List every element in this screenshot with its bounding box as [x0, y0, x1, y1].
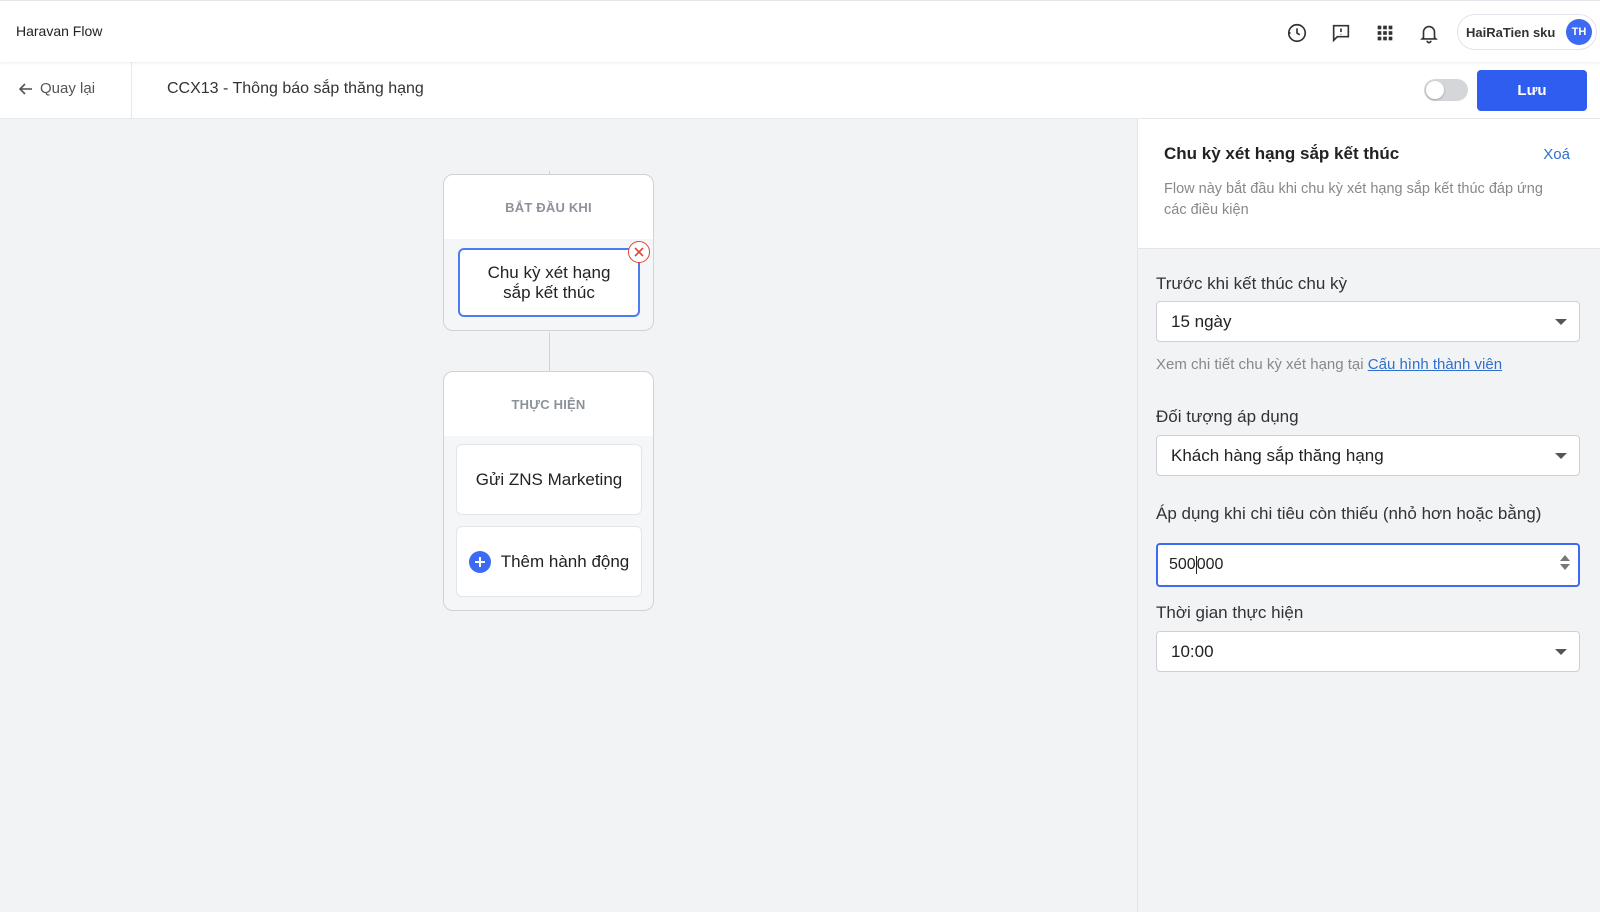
app-brand[interactable]: Haravan Flow: [16, 23, 102, 39]
chevron-down-icon: [1555, 649, 1567, 655]
chevron-down-icon: [1555, 453, 1567, 459]
delete-trigger-link[interactable]: Xoá: [1543, 146, 1570, 163]
top-bar: Haravan Flow HaiRaTien sku TH: [0, 0, 1600, 62]
action-group: THỰC HIỆN Gửi ZNS Marketing Thêm hành độ…: [443, 371, 654, 611]
feedback-icon[interactable]: [1328, 20, 1354, 46]
before-end-value: 15 ngày: [1171, 311, 1232, 331]
action-card[interactable]: Gửi ZNS Marketing: [456, 444, 642, 515]
panel-header: Chu kỳ xét hạng sắp kết thúc Xoá Flow nà…: [1138, 119, 1600, 249]
trigger-group-title: BẮT ĐẦU KHI: [444, 175, 653, 239]
arrow-left-icon: [18, 82, 32, 95]
apps-grid-icon[interactable]: [1372, 20, 1398, 46]
bell-icon[interactable]: [1416, 20, 1442, 46]
plus-icon: [468, 550, 491, 573]
panel-description: Flow này bắt đầu khi chu kỳ xét hạng sắp…: [1164, 181, 1543, 218]
add-action-label: Thêm hành động: [500, 551, 630, 571]
user-name: HaiRaTien sku: [1466, 24, 1556, 40]
action-group-title: THỰC HIỆN: [444, 372, 653, 436]
before-end-label: Trước khi kết thúc chu kỳ: [1156, 274, 1348, 293]
toolbar-divider: [131, 62, 132, 119]
back-label: Quay lại: [40, 80, 96, 97]
number-stepper[interactable]: [1560, 555, 1570, 570]
top-icon-group: [1284, 20, 1442, 46]
trigger-card[interactable]: Chu kỳ xét hạng sắp kết thúc: [458, 248, 640, 317]
spend-gap-value-before-cursor: 500: [1169, 556, 1196, 573]
run-time-select[interactable]: 10:00: [1156, 631, 1580, 672]
spend-gap-input[interactable]: 500 000: [1156, 543, 1580, 587]
history-icon[interactable]: [1284, 20, 1310, 46]
before-end-select[interactable]: 15 ngày: [1156, 301, 1580, 342]
spend-gap-value-after-cursor: 000: [1196, 556, 1224, 573]
step-up-icon[interactable]: [1560, 555, 1570, 561]
target-select[interactable]: Khách hàng sắp thăng hạng: [1156, 435, 1580, 476]
trigger-group: BẮT ĐẦU KHI Chu kỳ xét hạng sắp kết thúc: [443, 174, 654, 331]
target-label: Đối tượng áp dụng: [1156, 407, 1299, 426]
save-button[interactable]: Lưu: [1477, 70, 1587, 111]
trigger-settings-panel: Chu kỳ xét hạng sắp kết thúc Xoá Flow nà…: [1137, 119, 1600, 912]
panel-title: Chu kỳ xét hạng sắp kết thúc: [1164, 144, 1400, 163]
add-action-button[interactable]: Thêm hành động: [456, 526, 642, 597]
flow-title: CCX13 - Thông báo sắp thăng hạng: [167, 80, 424, 97]
step-down-icon[interactable]: [1560, 564, 1570, 570]
cycle-hint-text: Xem chi tiết chu kỳ xét hạng tại: [1156, 356, 1364, 373]
remove-trigger-icon[interactable]: [628, 241, 650, 263]
flow-toolbar: Quay lại CCX13 - Thông báo sắp thăng hạn…: [0, 62, 1600, 119]
user-menu[interactable]: HaiRaTien sku TH: [1457, 14, 1597, 50]
chevron-down-icon: [1555, 319, 1567, 325]
avatar: TH: [1566, 19, 1592, 45]
run-time-value: 10:00: [1171, 641, 1214, 661]
run-time-label: Thời gian thực hiện: [1156, 603, 1304, 622]
flow-active-toggle[interactable]: [1424, 79, 1468, 101]
member-config-link[interactable]: Cấu hình thành viên: [1368, 356, 1502, 373]
target-value: Khách hàng sắp thăng hạng: [1171, 445, 1384, 465]
connector-line: [549, 332, 550, 372]
spend-gap-label: Áp dụng khi chi tiêu còn thiếu (nhỏ hơn …: [1156, 504, 1542, 523]
cycle-hint: Xem chi tiết chu kỳ xét hạng tại Cấu hìn…: [1156, 356, 1502, 373]
flow-canvas[interactable]: BẮT ĐẦU KHI Chu kỳ xét hạng sắp kết thúc…: [0, 119, 1137, 912]
back-button[interactable]: Quay lại: [18, 80, 95, 97]
